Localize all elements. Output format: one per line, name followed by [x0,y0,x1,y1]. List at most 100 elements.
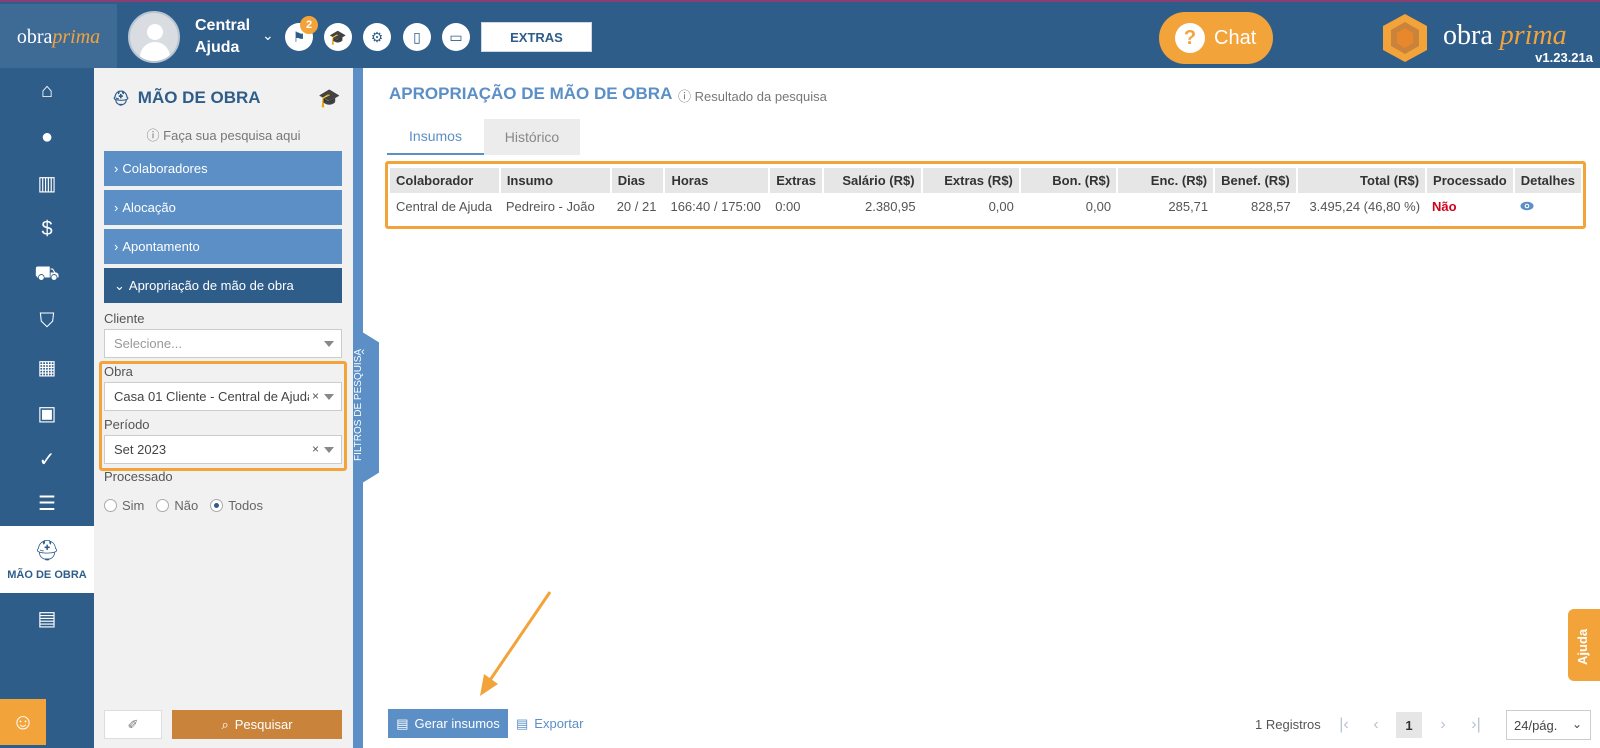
nav-mao-de-obra[interactable]: ⛑ MÃO DE OBRA [0,526,94,593]
user-name[interactable]: Central Ajuda [195,15,265,59]
monitor-icon[interactable]: ▭ [442,23,470,51]
dropdown-caret-icon [324,341,334,347]
obra-value: Casa 01 Cliente - Central de Ajuda [114,389,309,404]
col-enc[interactable]: Enc. (R$) [1117,168,1216,193]
filter-toggle-label: FILTROS DE PESQUISA [353,348,364,462]
cell-total: 3.495,24 (46,80 %) [1309,199,1421,214]
help-side-tab[interactable]: Ajuda [1568,609,1600,681]
col-salario[interactable]: Salário (R$) [822,168,923,193]
panel-title: ⛑ MÃO DE OBRA [112,88,261,108]
truck-icon[interactable]: ⛟ [0,252,94,298]
page-hint-text: Resultado da pesquisa [694,89,827,104]
current-page[interactable]: 1 [1396,712,1422,738]
results-table: Colaborador Insumo Dias Horas Extras Sal… [390,168,1584,220]
eye-icon[interactable] [1520,201,1534,211]
money-doc-icon[interactable]: $ [0,206,94,252]
col-colaborador[interactable]: Colaborador [390,168,501,193]
clear-icon[interactable]: × [312,389,319,403]
first-page-icon[interactable]: |‹ [1331,712,1357,738]
periodo-label: Período [104,417,150,432]
gear-icon[interactable]: ⚙ [363,23,391,51]
col-processado[interactable]: Processado [1426,168,1515,193]
panel-title-text: MÃO DE OBRA [137,88,261,107]
calculator-icon[interactable]: ▦ [0,344,94,390]
section-alocacao[interactable]: › Alocação [104,190,342,225]
cell-benef: 828,57 [1251,199,1291,214]
brand-main: obra [1443,20,1493,51]
home-icon[interactable]: ⌂ [0,68,94,114]
table-row[interactable]: Central de Ajuda Pedreiro - João 20 / 21… [390,193,1582,220]
cliente-placeholder: Selecione... [114,336,182,351]
search-button[interactable]: ⌕ Pesquisar [172,710,342,739]
notification-badge: 2 [300,16,318,34]
col-insumo[interactable]: Insumo [499,168,612,193]
cart-icon[interactable]: ⛉ [0,298,94,344]
clear-filters-button[interactable]: ✐ [104,710,162,739]
cell-horas: 166:40 / 175:00 [670,199,761,214]
user-icon[interactable]: ● [0,114,94,160]
help-tab-label: Ajuda [1575,628,1590,665]
box-icon[interactable]: ▣ [0,390,94,436]
next-page-icon[interactable]: › [1430,712,1456,738]
radio-sim[interactable]: Sim [104,498,144,513]
brand-hex-icon [1383,14,1427,62]
per-page-select[interactable]: 24/pág. ⌄ [1506,710,1591,740]
radio-nao[interactable]: Não [156,498,198,513]
processado-label: Processado [104,469,173,484]
document-icon[interactable]: ▤ [0,595,94,641]
col-extras-rs[interactable]: Extras (R$) [921,168,1021,193]
search-icon: ⌕ [221,716,229,732]
section-label: Alocação [122,200,176,215]
avatar[interactable] [128,11,180,63]
obra-select[interactable]: Casa 01 Cliente - Central de Ajuda × [104,382,342,411]
obra-label: Obra [104,364,133,379]
chat-button[interactable]: ? Chat [1159,12,1273,64]
hardhat-icon: ⛑ [34,540,60,562]
chevron-down-icon[interactable]: ⌄ [262,27,274,44]
annotation-arrow [480,591,552,696]
mobile-icon[interactable]: ▯ [403,23,431,51]
last-page-icon[interactable]: ›| [1463,712,1489,738]
filter-panel: ⛑ MÃO DE OBRA 🎓 ⓘ Faça sua pesquisa aqui… [94,68,353,748]
clear-icon[interactable]: × [312,442,319,456]
graduation-cap-icon[interactable]: 🎓 [324,23,352,51]
prev-page-icon[interactable]: ‹ [1363,712,1389,738]
cell-extras: 0:00 [775,199,801,214]
col-benef[interactable]: Benef. (R$) [1214,168,1298,193]
col-horas[interactable]: Horas [664,168,771,193]
dropdown-caret-icon [324,447,334,453]
section-apropriacao[interactable]: ⌄ Apropriação de mão de obra [104,268,342,303]
page-title: APROPRIAÇÃO DE MÃO DE OBRA [389,84,673,103]
col-dias[interactable]: Dias [610,168,666,193]
section-label: Apontamento [122,239,200,254]
table-header-row: Colaborador Insumo Dias Horas Extras Sal… [390,168,1584,193]
export-label: Exportar [534,716,584,731]
col-bon[interactable]: Bon. (R$) [1019,168,1119,193]
section-colaboradores[interactable]: › Colaboradores [104,151,342,186]
tab-historico[interactable]: Histórico [484,119,580,155]
graduation-cap-icon[interactable]: 🎓 [318,88,340,109]
support-chat-icon[interactable]: ☺ [0,699,46,745]
section-apontamento[interactable]: › Apontamento [104,229,342,264]
building-icon[interactable]: ▥ [0,160,94,206]
extras-button[interactable]: EXTRAS [481,22,592,52]
help-icon: ? [1175,23,1205,53]
doc-check-icon[interactable]: ✓ [0,436,94,482]
col-detalhes[interactable]: Detalhes [1513,168,1584,193]
checklist-icon[interactable]: ☰ [0,480,94,526]
nav-active-label: MÃO DE OBRA [7,569,87,581]
radio-todos[interactable]: Todos [210,498,263,513]
version-label: v1.23.21a [1535,50,1593,65]
generate-label: Gerar insumos [414,716,500,731]
export-doc-icon: ▤ [516,715,529,731]
periodo-select[interactable]: Set 2023 × [104,435,342,464]
app-logo[interactable]: obraprima [0,4,117,70]
generate-insumos-button[interactable]: ▤ Gerar insumos [388,709,508,738]
export-button[interactable]: ▤ Exportar [516,709,583,738]
cell-dias: 20 / 21 [616,199,657,214]
col-total[interactable]: Total (R$) [1296,168,1428,193]
top-bar: obraprima Central Ajuda ⌄ ⚑ 2 🎓 ⚙ ▯ ▭ EX… [0,0,1600,70]
tab-insumos[interactable]: Insumos [387,119,484,155]
cliente-select[interactable]: Selecione... [104,329,342,358]
col-extras[interactable]: Extras [769,168,824,193]
